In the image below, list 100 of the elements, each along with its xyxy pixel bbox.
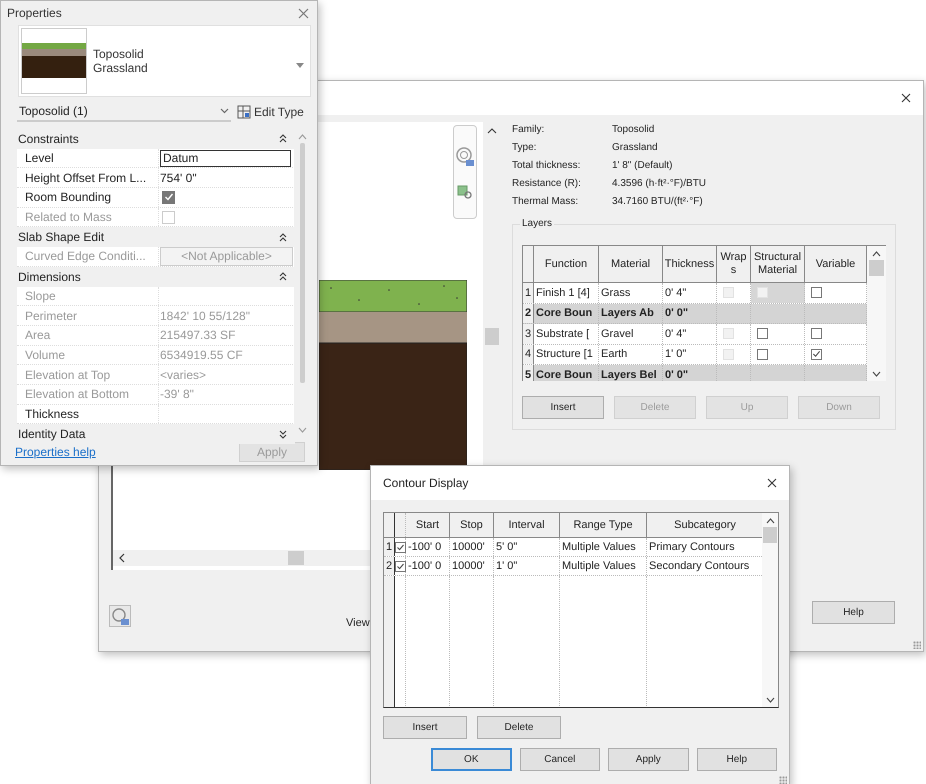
column-header[interactable]: Material [599,246,663,282]
column-header[interactable]: Thickness [663,246,717,282]
view-label: View: [346,617,373,629]
scroll-up-icon[interactable] [487,128,497,134]
table-cell: Core Boun [534,365,599,381]
column-header[interactable]: Structural Material [751,246,805,282]
property-label: Area [17,326,159,345]
edit-type-icon[interactable] [237,105,251,119]
dialog-button[interactable]: Help [696,748,778,771]
type-name: Grassland [93,61,149,75]
view-2d-icon[interactable] [109,605,131,627]
scroll-down-icon[interactable] [872,371,881,377]
checkbox[interactable] [811,287,822,298]
table-cell: Gravel [599,324,663,344]
help-link[interactable]: Properties help [15,445,96,459]
column-header[interactable]: Wraps [717,246,751,282]
scroll-thumb[interactable] [288,551,304,565]
zoom-icon[interactable] [457,184,473,200]
info-label: Total thickness: [512,160,582,173]
dialog-button[interactable]: Cancel [520,748,600,771]
scroll-left-icon[interactable] [119,553,125,563]
column-header[interactable]: Start [406,513,450,537]
resize-grip[interactable] [913,641,921,649]
vertical-scrollbar[interactable] [762,513,778,707]
property-label: Curved Edge Conditi... [17,247,159,266]
collapse-icon[interactable] [279,272,287,282]
table-cell: -100' 0 [406,538,450,556]
resize-grip[interactable] [779,776,787,784]
checkbox[interactable] [394,560,406,572]
property-value: 215497.33 SF [160,328,236,342]
checkbox[interactable] [757,348,768,360]
property-value: 6534919.55 CF [160,348,243,362]
property-label: Height Offset From L... [17,168,159,188]
info-label: Type: [512,142,538,155]
dropdown-icon[interactable] [220,108,229,114]
navigation-bar[interactable] [453,125,477,219]
checkbox[interactable] [394,542,406,552]
window-title: Properties [7,6,62,20]
table-cell: 0' 4" [663,283,717,302]
scroll-down-icon[interactable] [766,697,774,703]
scroll-thumb[interactable] [763,527,777,543]
close-icon[interactable] [901,93,911,103]
instance-selector[interactable]: Toposolid (1) [17,102,231,122]
group-title: Layers [520,218,554,229]
info-label: Resistance (R): [512,178,582,191]
collapse-icon[interactable] [279,430,287,439]
table-cell: Substrate [ [534,324,599,344]
level-field[interactable]: Datum [160,150,291,167]
row-button[interactable]: Insert [383,716,467,739]
checkbox[interactable] [811,328,822,340]
table-cell: Structure [1 [534,344,599,364]
property-label: Room Bounding [17,188,159,207]
table-cell: 0' 0" [663,365,717,381]
table-cell: 5' 0" [494,538,560,556]
row-number: 1 [523,283,534,302]
checkbox[interactable] [757,328,768,340]
row-number: 1 [384,538,395,556]
property-label: Thickness [17,404,159,424]
table-cell: 1' 0" [494,557,560,575]
collapse-icon[interactable] [279,232,287,242]
table-cell: 0' 0" [663,304,717,323]
row-number: 4 [523,344,534,364]
edit-type-button[interactable]: Edit Type [231,105,304,119]
property-label: Related to Mass [17,208,159,226]
scroll-up-icon[interactable] [766,518,774,524]
column-header[interactable]: Interval [494,513,560,537]
info-value: Grassland [612,142,658,155]
type-selector[interactable]: Toposolid Grassland [18,25,311,97]
dropdown-icon[interactable] [296,62,304,68]
dialog-button[interactable]: OK [431,748,512,771]
property-label: Volume [17,346,159,364]
property-label: Slope [17,286,159,306]
collapse-icon[interactable] [279,134,287,144]
property-label: Perimeter [17,306,159,325]
info-value: Toposolid [612,124,654,137]
column-header[interactable]: Function [534,246,599,282]
table-cell: Layers Bel [599,365,663,381]
row-number: 2 [523,304,534,323]
column-header[interactable]: Range Type [560,513,647,537]
vertical-scrollbar[interactable] [867,246,886,381]
table-cell: 10000' [450,557,494,575]
help-button[interactable]: Help [812,601,895,624]
close-icon[interactable] [767,478,777,488]
checkbox[interactable] [811,348,822,360]
scroll-thumb[interactable] [869,260,884,276]
property-value: 1842' 10 55/128" [160,308,250,323]
scroll-thumb[interactable] [300,143,305,383]
column-header[interactable]: Stop [450,513,494,537]
table-cell: Grass [599,283,663,302]
table-cell: Multiple Values [560,538,647,556]
table-cell: 0' 4" [663,324,717,344]
dialog-button[interactable]: Apply [608,748,689,771]
layer-button[interactable]: Insert [522,396,604,419]
view-cube-icon[interactable] [455,146,475,168]
table-cell: Earth [599,344,663,364]
scroll-up-icon[interactable] [872,251,881,257]
checkbox[interactable] [162,190,175,204]
scroll-thumb[interactable] [485,328,499,345]
row-number: 5 [523,365,534,381]
row-button[interactable]: Delete [477,716,561,739]
